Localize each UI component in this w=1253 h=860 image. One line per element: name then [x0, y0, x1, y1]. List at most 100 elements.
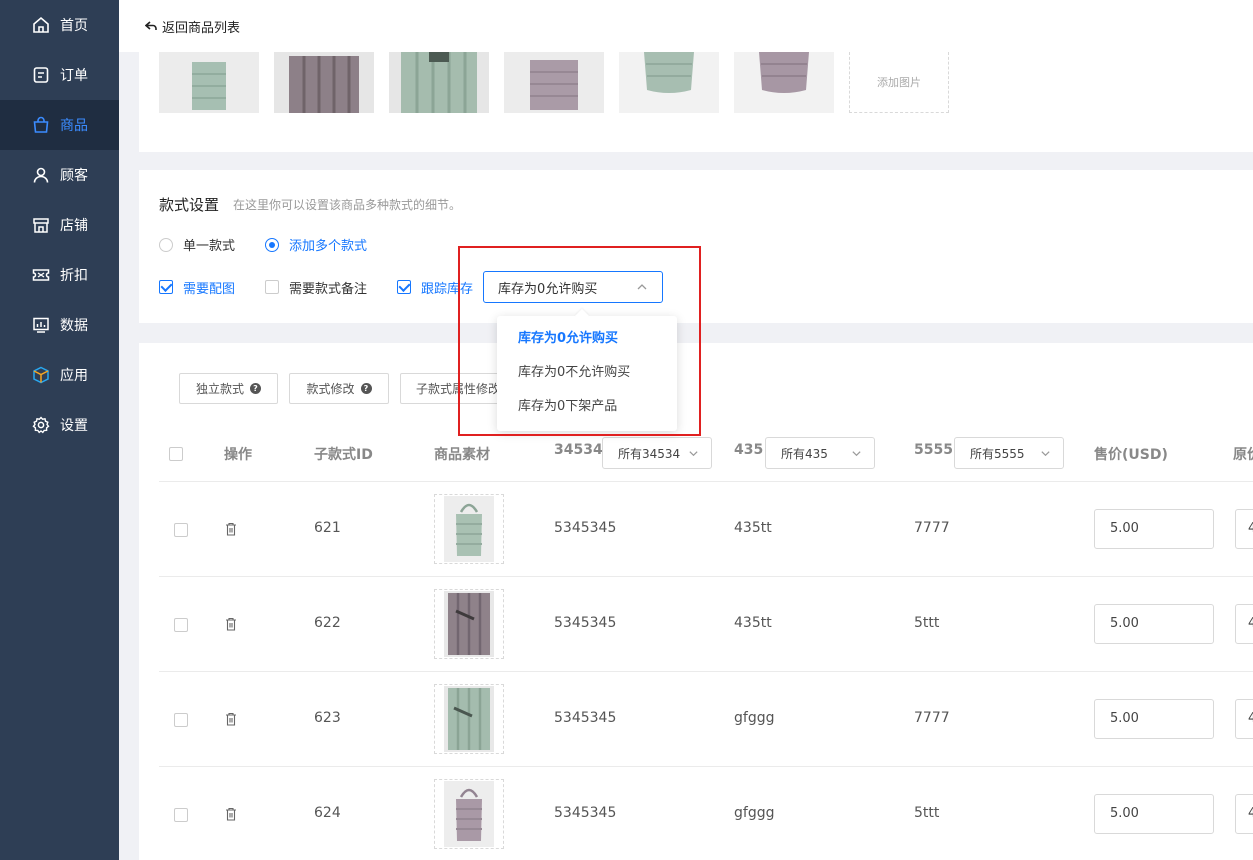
material-image[interactable]	[434, 779, 504, 849]
material-image[interactable]	[434, 684, 504, 754]
order-icon	[33, 67, 49, 83]
column-header-orig-price: 原价	[1233, 447, 1253, 463]
sidebar-item-discount[interactable]: 折扣	[0, 250, 119, 300]
chevron-down-icon	[1041, 450, 1050, 456]
attr3-filter-select[interactable]: 所有5555	[954, 437, 1064, 469]
stock-policy-dropdown: 库存为0允许购买 库存为0不允许购买 库存为0下架产品	[497, 316, 677, 431]
price-input[interactable]: 5.00	[1094, 509, 1214, 549]
orig-price-input[interactable]: 4	[1235, 604, 1253, 644]
need-note-label[interactable]: 需要款式备注	[289, 278, 367, 297]
independent-style-button[interactable]: 独立款式?	[179, 373, 278, 404]
cube-icon	[33, 366, 49, 384]
filter-value: 所有5555	[970, 446, 1025, 461]
material-image[interactable]	[434, 589, 504, 659]
style-mode-radio-group: 单一款式 添加多个款式	[159, 235, 397, 254]
trash-icon[interactable]	[225, 617, 237, 631]
select-all-checkbox[interactable]	[169, 447, 183, 461]
sidebar-item-customers[interactable]: 顾客	[0, 150, 119, 200]
stock-option-unlist[interactable]: 库存为0下架产品	[497, 390, 677, 424]
trash-icon[interactable]	[225, 522, 237, 536]
sidebar-item-home[interactable]: 首页	[0, 0, 119, 50]
trash-icon[interactable]	[225, 712, 237, 726]
stock-option-disallow[interactable]: 库存为0不允许购买	[497, 356, 677, 390]
need-image-label[interactable]: 需要配图	[183, 278, 235, 297]
material-image[interactable]	[434, 494, 504, 564]
multi-style-label[interactable]: 添加多个款式	[289, 235, 367, 254]
orig-price-input[interactable]: 4	[1235, 509, 1253, 549]
product-image[interactable]	[619, 52, 719, 113]
product-image[interactable]	[159, 52, 259, 113]
sidebar-item-label: 商品	[60, 118, 88, 134]
style-modify-button[interactable]: 款式修改?	[289, 373, 389, 404]
need-note-checkbox[interactable]	[265, 280, 280, 294]
page-header: 返回商品列表	[119, 0, 1253, 52]
track-stock-checkbox[interactable]	[397, 280, 412, 294]
column-header-attr1: 34534	[554, 442, 603, 458]
sidebar: 首页 订单 商品 顾客 店铺 折扣 数据 应用 设置	[0, 0, 119, 860]
attr3-cell: 5ttt	[914, 805, 940, 821]
attr1-cell: 5345345	[554, 520, 617, 536]
product-images-panel: 添加图片	[139, 52, 1253, 152]
attr1-filter-select[interactable]: 所有34534	[602, 437, 712, 469]
row-checkbox[interactable]	[174, 808, 188, 822]
sidebar-item-orders[interactable]: 订单	[0, 50, 119, 100]
attr3-cell: 7777	[914, 710, 950, 726]
multi-style-radio[interactable]	[265, 237, 280, 252]
attr1-cell: 5345345	[554, 805, 617, 821]
orig-price-input[interactable]: 4	[1235, 699, 1253, 739]
need-image-checkbox[interactable]	[159, 280, 173, 294]
row-checkbox[interactable]	[174, 523, 188, 537]
sidebar-item-label: 订单	[60, 68, 88, 84]
track-stock-label[interactable]: 跟踪库存	[421, 278, 473, 297]
product-image[interactable]	[504, 52, 604, 113]
help-icon[interactable]: ?	[250, 383, 261, 394]
sidebar-item-label: 顾客	[60, 168, 88, 184]
stock-policy-select[interactable]: 库存为0允许购买	[483, 271, 664, 303]
sidebar-item-label: 数据	[60, 318, 88, 334]
row-checkbox[interactable]	[174, 713, 188, 727]
single-style-radio[interactable]	[159, 237, 173, 252]
sub-attr-modify-button[interactable]: 子款式属性修改	[400, 373, 500, 404]
add-image-button[interactable]: 添加图片	[849, 52, 949, 113]
sidebar-item-settings[interactable]: 设置	[0, 400, 119, 450]
sidebar-item-store[interactable]: 店铺	[0, 200, 119, 250]
back-to-list-link[interactable]: 返回商品列表	[162, 17, 240, 36]
column-header-action: 操作	[224, 447, 252, 463]
column-header-attr3: 5555	[914, 442, 953, 458]
sub-id-cell: 624	[314, 805, 341, 821]
stock-option-allow[interactable]: 库存为0允许购买	[497, 322, 677, 356]
product-image[interactable]	[734, 52, 834, 113]
sidebar-item-data[interactable]: 数据	[0, 300, 119, 350]
sub-id-cell: 621	[314, 520, 341, 536]
sub-id-cell: 623	[314, 710, 341, 726]
single-style-label[interactable]: 单一款式	[183, 235, 235, 254]
attr2-filter-select[interactable]: 所有435	[765, 437, 875, 469]
attr2-cell: gfggg	[734, 805, 775, 821]
column-header-price: 售价(USD)	[1094, 447, 1168, 463]
help-icon[interactable]: ?	[360, 383, 372, 394]
table-row: 622 5345345 435tt 5ttt 5.00 4	[159, 577, 1253, 672]
ticket-icon	[32, 269, 50, 281]
price-input[interactable]: 5.00	[1094, 604, 1214, 644]
stock-policy-value: 库存为0允许购买	[498, 281, 598, 297]
user-icon	[33, 167, 49, 183]
chevron-down-icon	[689, 450, 698, 456]
attr2-cell: 435tt	[734, 520, 772, 536]
price-input[interactable]: 5.00	[1094, 794, 1214, 834]
sidebar-item-products[interactable]: 商品	[0, 100, 119, 150]
button-label: 子款式属性修改	[416, 382, 500, 396]
price-input[interactable]: 5.00	[1094, 699, 1214, 739]
attr2-cell: 435tt	[734, 615, 772, 631]
trash-icon[interactable]	[225, 807, 237, 821]
section-title: 款式设置	[159, 196, 220, 214]
back-arrow-icon[interactable]	[145, 20, 157, 32]
style-settings-panel: 款式设置 在这里你可以设置该商品多种款式的细节。 单一款式 添加多个款式 需要配…	[139, 170, 1253, 323]
product-image[interactable]	[389, 52, 489, 113]
sidebar-item-label: 应用	[60, 368, 88, 384]
orig-price-input[interactable]: 4	[1235, 794, 1253, 834]
chevron-up-icon	[637, 284, 647, 290]
row-checkbox[interactable]	[174, 618, 188, 632]
sidebar-item-apps[interactable]: 应用	[0, 350, 119, 400]
attr1-cell: 5345345	[554, 710, 617, 726]
product-image[interactable]	[274, 52, 374, 113]
